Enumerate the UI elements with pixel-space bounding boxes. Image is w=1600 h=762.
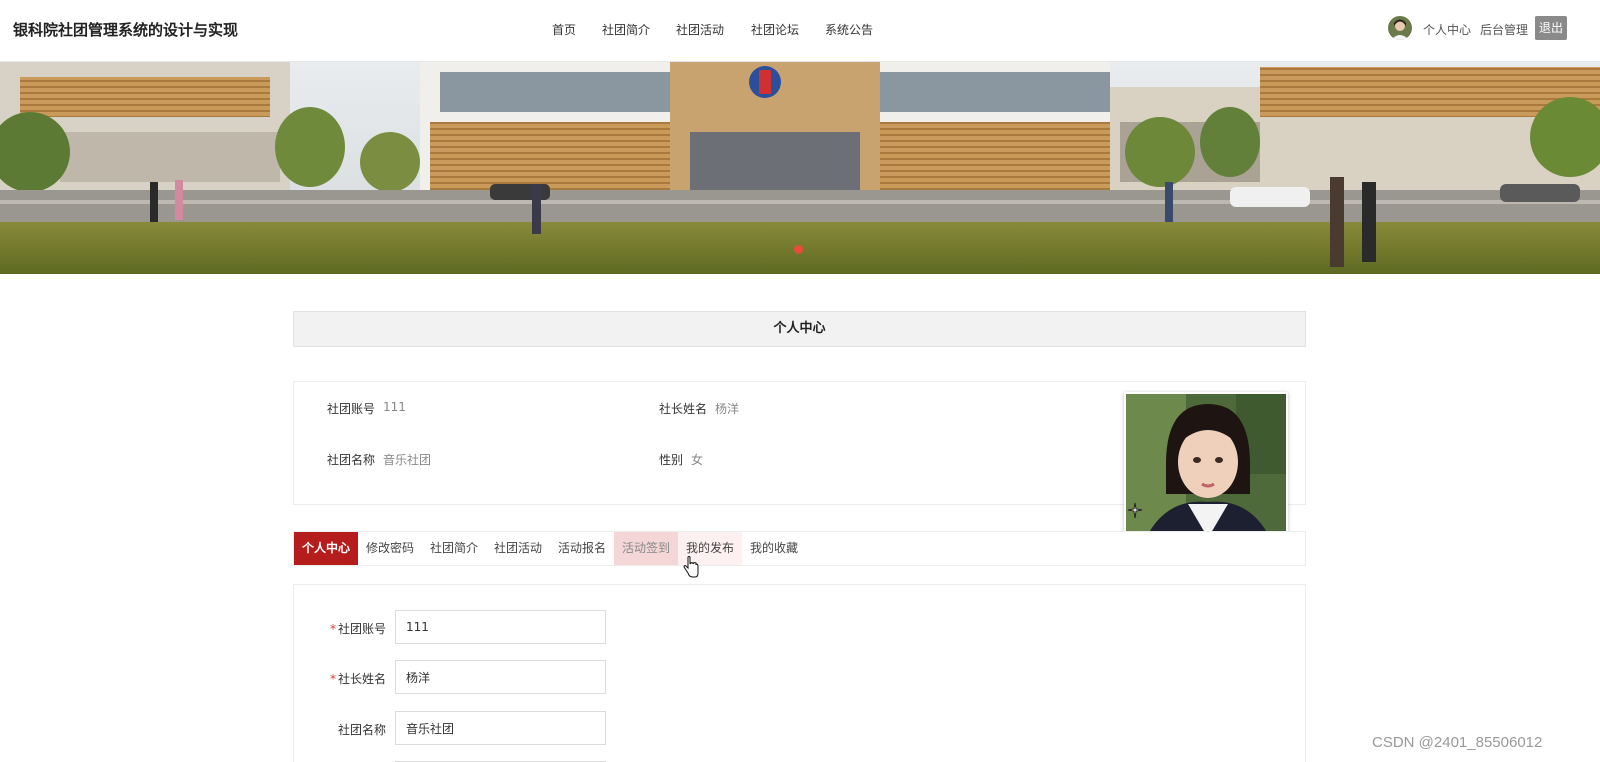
info-gender-value: 女 (691, 453, 704, 467)
csdn-watermark: CSDN @2401_85506012 (1372, 734, 1543, 751)
tab-club-intro[interactable]: 社团简介 (422, 532, 486, 565)
profile-photo[interactable] (1124, 392, 1288, 540)
tab-activity-checkin[interactable]: 活动签到 (614, 532, 678, 565)
admin-link[interactable]: 后台管理 (1480, 21, 1528, 38)
account-field[interactable] (395, 610, 606, 644)
required-mark: * (329, 622, 336, 636)
info-leader-value: 杨洋 (715, 402, 740, 416)
user-avatar[interactable] (1388, 16, 1412, 40)
club-name-field[interactable] (395, 711, 606, 745)
top-header: 银科院社团管理系统的设计与实现 首页 社团简介 社团活动 社团论坛 系统公告 个… (0, 0, 1600, 62)
hand-cursor-icon (683, 556, 699, 578)
nav-club-forum[interactable]: 社团论坛 (751, 21, 799, 38)
carousel-indicator-active[interactable] (794, 245, 803, 254)
logout-button[interactable]: 退出 (1535, 16, 1567, 40)
nav-club-activities[interactable]: 社团活动 (676, 21, 724, 38)
nav-club-intro[interactable]: 社团简介 (602, 21, 650, 38)
required-mark: * (329, 672, 336, 686)
site-title: 银科院社团管理系统的设计与实现 (13, 21, 239, 39)
user-center-link[interactable]: 个人中心 (1423, 21, 1471, 38)
tab-personal-center[interactable]: 个人中心 (294, 532, 358, 565)
tab-change-password[interactable]: 修改密码 (358, 532, 422, 565)
info-account-value: 111 (383, 400, 406, 414)
hero-banner (0, 62, 1600, 274)
leader-name-field[interactable] (395, 660, 606, 694)
nav-announcements[interactable]: 系统公告 (825, 21, 873, 38)
tab-club-activities[interactable]: 社团活动 (486, 532, 550, 565)
sparkle-cursor-icon (1127, 502, 1143, 519)
info-gender-label: 性别 (659, 453, 684, 467)
form-club-label: 社团名称 (337, 723, 386, 737)
info-leader-label: 社长姓名 (659, 402, 708, 416)
form-account-label: * 社团账号 (329, 622, 386, 636)
info-account-label: 社团账号 (327, 402, 376, 416)
campus-banner-image (0, 62, 1600, 274)
profile-tabs: 个人中心 修改密码 社团简介 社团活动 活动报名 活动签到 我的发布 我的收藏 (293, 531, 1306, 566)
page-title: 个人中心 (293, 311, 1306, 347)
tab-my-favorites[interactable]: 我的收藏 (742, 532, 806, 565)
nav-home[interactable]: 首页 (552, 21, 576, 38)
form-leader-label: * 社长姓名 (329, 672, 386, 686)
info-club-label: 社团名称 (327, 453, 376, 467)
info-club-value: 音乐社团 (383, 453, 432, 467)
tab-activity-signup[interactable]: 活动报名 (550, 532, 614, 565)
